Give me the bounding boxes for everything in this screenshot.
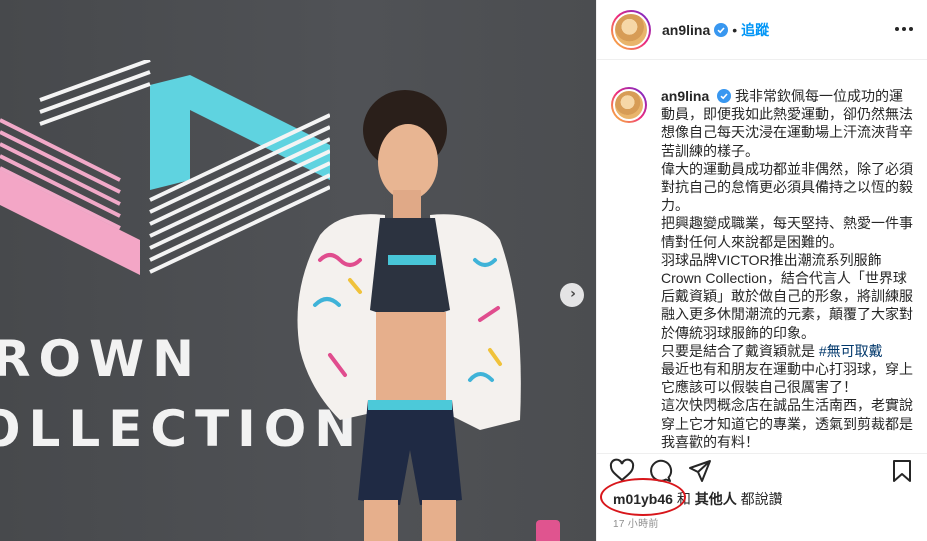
author-username[interactable]: an9lina xyxy=(662,22,710,38)
caption-comment: an9lina 我非常欽佩每一位成功的運動員，即便我如此熱愛運動，卻仍然無法想像… xyxy=(611,87,914,451)
verified-badge-icon xyxy=(717,89,732,103)
model-figure xyxy=(297,90,521,541)
post-sidebar: an9lina • 追蹤 an9lina 我非常欽佩每一位成功的運動員，即便我如… xyxy=(596,0,927,541)
post-timestamp[interactable]: 17 小時前 xyxy=(613,515,659,530)
highlight-circle xyxy=(600,478,686,516)
caption-paragraph: 只要是結合了戴資穎就是 xyxy=(661,342,815,359)
instagram-post: ROWN OLLECTION › an9lina • 追蹤 an9lina 我非… xyxy=(0,0,927,541)
post-photo[interactable]: ROWN OLLECTION › xyxy=(0,0,596,541)
follow-button[interactable]: 追蹤 xyxy=(741,20,769,40)
hashtag-link[interactable]: #無可取戴 xyxy=(819,343,883,359)
carousel-next-button[interactable]: › xyxy=(560,283,584,307)
avatar-image xyxy=(613,11,649,48)
likes-others-link[interactable]: 其他人 xyxy=(695,491,737,507)
more-options-icon[interactable] xyxy=(893,18,915,40)
likes-suffix: 都說讚 xyxy=(740,491,783,507)
author-avatar[interactable] xyxy=(611,9,651,50)
caption-paragraph: 最近也有和朋友在運動中心打羽球，穿上它應該可以假裝自己很厲害了！ xyxy=(661,361,913,396)
photo-backdrop-text-crown: ROWN xyxy=(0,330,203,388)
caption-line: an9lina 我非常欽佩每一位成功的運動員，即便我如此熱愛運動，卻仍然無法想像… xyxy=(661,87,914,160)
caption-paragraph: 這次快閃概念店在誠品生活南西，老實說穿上它才知道它的專業，透氣到剪裁都是我喜歡的… xyxy=(661,397,913,450)
post-header: an9lina • 追蹤 xyxy=(597,0,927,60)
caption-line: 只要是結合了戴資穎就是 #無可取戴 xyxy=(661,342,914,360)
likes-summary: m01yb46 和 其他人 都說讚 xyxy=(600,478,783,516)
share-icon[interactable] xyxy=(687,458,713,484)
bookmark-icon[interactable] xyxy=(889,458,915,484)
caption-paragraph: 偉大的運動員成功都並非偶然，除了必須對抗自己的怠惰更必須具備持之以恆的毅力。 xyxy=(661,160,913,214)
caption-text: an9lina 我非常欽佩每一位成功的運動員，即便我如此熱愛運動，卻仍然無法想像… xyxy=(661,87,914,451)
caption-paragraph: 羽球品牌VICTOR推出潮流系列服飾Crown Collection，結合代言人… xyxy=(661,251,913,341)
chevron-right-icon: › xyxy=(570,286,576,302)
caption-area: an9lina 我非常欽佩每一位成功的運動員，即便我如此熱愛運動，卻仍然無法想像… xyxy=(597,61,927,453)
avatar-image xyxy=(613,89,645,121)
pink-cup xyxy=(536,520,560,541)
caption-username[interactable]: an9lina xyxy=(661,88,709,104)
caption-author-avatar[interactable] xyxy=(611,87,647,123)
caption-paragraph: 把興趣變成職業，每天堅持、熱愛一件事情對任何人來說都是困難的。 xyxy=(661,215,913,250)
verified-badge-icon xyxy=(714,22,729,37)
separator-dot: • xyxy=(732,21,738,38)
